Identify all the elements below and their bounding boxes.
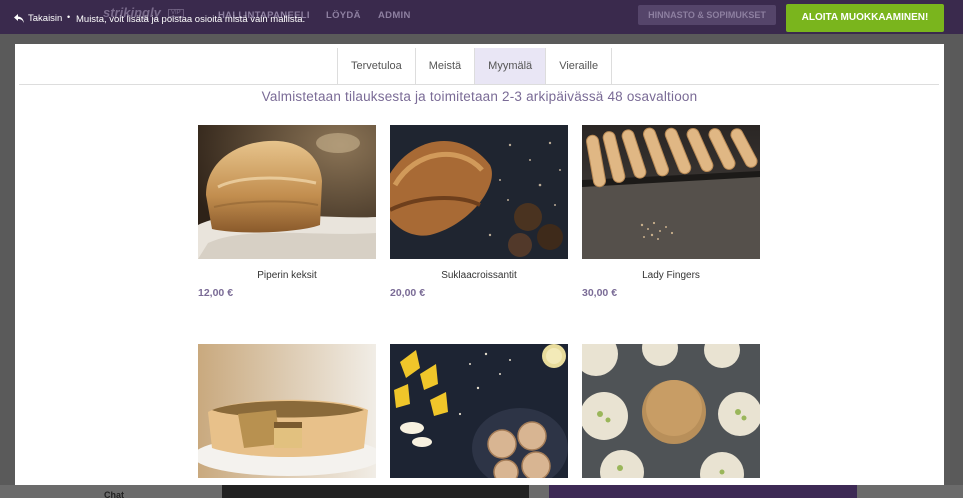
store-headline: Valmistetaan tilauksesta ja toimitetaan … — [261, 89, 698, 104]
background-dark-block — [222, 485, 529, 498]
nav-admin[interactable]: ADMIN — [378, 10, 411, 21]
nav-divider — [19, 84, 939, 85]
product-card[interactable] — [390, 344, 568, 478]
start-editing-button[interactable]: ALOITA MUOKKAAMINEN! — [786, 4, 944, 32]
tab-meista[interactable]: Meistä — [416, 48, 476, 84]
back-arrow-icon — [14, 14, 24, 23]
separator-dot: • — [67, 12, 71, 22]
product-name: Lady Fingers — [642, 270, 700, 281]
template-preview-panel: Tervetuloa Meistä Myymälä Vieraille Valm… — [15, 44, 944, 485]
product-card[interactable] — [582, 344, 760, 478]
product-name: Piperin keksit — [257, 270, 317, 281]
tab-tervetuloa[interactable]: Tervetuloa — [338, 48, 416, 84]
bread-loaf-photo[interactable] — [198, 125, 376, 259]
site-nav-tabs: Tervetuloa Meistä Myymälä Vieraille — [337, 48, 613, 84]
pistachio-cookies-photo[interactable] — [582, 344, 760, 478]
background-purple-block — [549, 485, 857, 498]
product-price: 12,00 € — [198, 287, 234, 299]
back-button[interactable]: Takaisin — [14, 13, 62, 24]
product-price: 30,00 € — [582, 287, 618, 299]
product-price: 20,00 € — [390, 287, 426, 299]
editor-topbar: Takaisin • strikingly VIP HALLINTAPANEEL… — [0, 0, 963, 34]
tab-myymala[interactable]: Myymälä — [475, 48, 547, 84]
product-card[interactable]: Lady Fingers 30,00 € — [582, 125, 760, 299]
lady-fingers-photo[interactable] — [582, 125, 760, 259]
editor-tip-note: Muista, voit lisätä ja poistaa osioita m… — [76, 14, 306, 25]
background-chat-label: Chat — [104, 490, 124, 498]
croissant-photo[interactable] — [390, 125, 568, 259]
tab-vieraille[interactable]: Vieraille — [546, 48, 613, 84]
product-name: Suklaacroissantit — [441, 270, 517, 281]
pricing-button[interactable]: HINNASTO & SOPIMUKSET — [638, 5, 776, 25]
product-card[interactable]: Suklaacroissantit 20,00 € — [390, 125, 568, 299]
back-label: Takaisin — [28, 13, 63, 24]
product-card[interactable] — [198, 344, 376, 478]
quiche-photo[interactable] — [198, 344, 376, 478]
product-card[interactable]: Piperin keksit 12,00 € — [198, 125, 376, 299]
nav-discover[interactable]: LÖYDÄ — [326, 10, 361, 21]
cookies-flowers-photo[interactable] — [390, 344, 568, 478]
